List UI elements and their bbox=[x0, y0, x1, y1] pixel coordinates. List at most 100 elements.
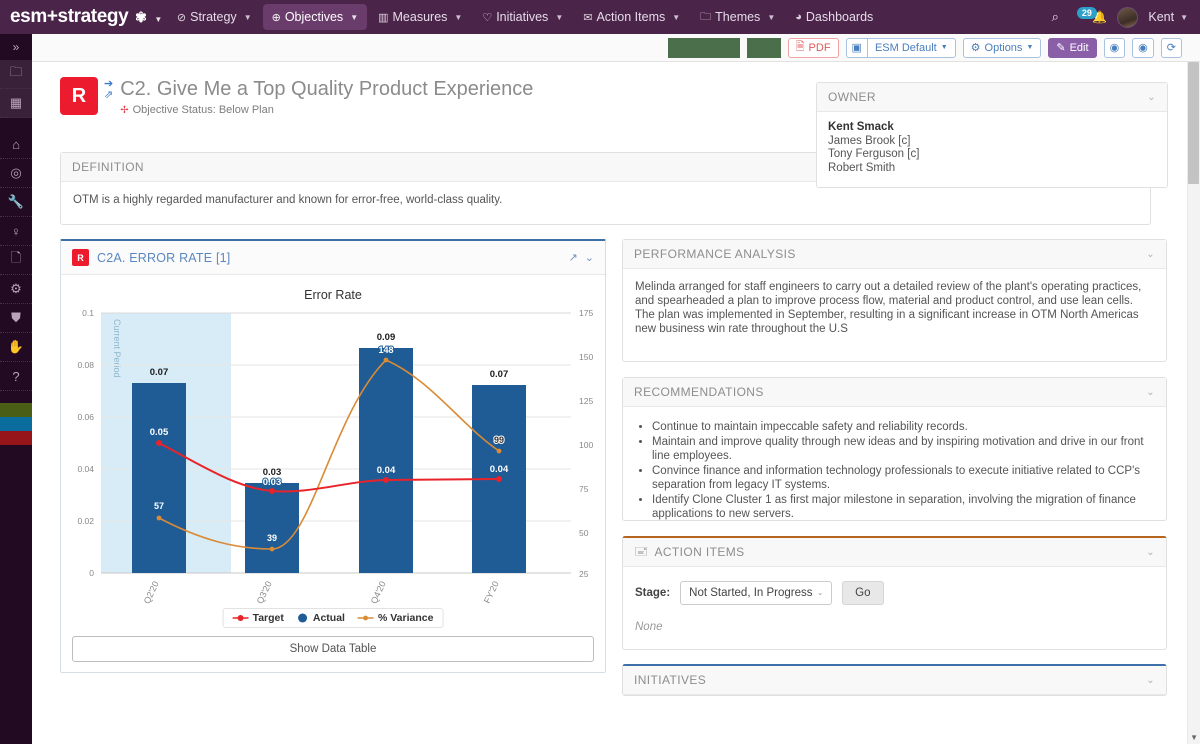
nav-item-themes[interactable]: 🗀 Themes ▼ bbox=[691, 4, 784, 30]
recommendations-panel: RECOMMENDATIONS ⌄ Continue to maintain i… bbox=[622, 377, 1167, 521]
rail-spacer bbox=[0, 118, 32, 130]
calendar-icon[interactable]: ▦ bbox=[0, 89, 32, 118]
chevron-down-icon[interactable]: ⌄ bbox=[585, 251, 594, 264]
user-menu[interactable]: Kent ▼ bbox=[1148, 10, 1188, 24]
scrollbar-thumb[interactable] bbox=[1188, 62, 1199, 184]
chevron-down-icon[interactable]: ⌄ bbox=[1146, 249, 1155, 260]
sliders-icon: ⚙ bbox=[971, 41, 981, 54]
chevron-down-icon[interactable]: ▼ bbox=[154, 15, 162, 24]
svg-text:0.06: 0.06 bbox=[77, 412, 94, 422]
refresh-button[interactable]: ⟳ bbox=[1161, 38, 1182, 58]
nav-item-strategy[interactable]: ⊘ Strategy ▼ bbox=[168, 4, 261, 30]
search-icon[interactable]: ⌕ bbox=[1052, 9, 1059, 25]
options-button[interactable]: ⚙ Options ▼ bbox=[963, 38, 1042, 58]
legend-item-variance[interactable]: % Variance bbox=[358, 612, 433, 624]
toolbar-green-block-1[interactable] bbox=[668, 38, 740, 58]
legend-marker-variance bbox=[358, 614, 374, 622]
definition-body: OTM is a highly regarded manufacturer an… bbox=[61, 182, 1150, 224]
chevron-down-icon[interactable]: ⌄ bbox=[1146, 675, 1155, 686]
flame-icon[interactable]: ✋ bbox=[0, 333, 32, 362]
definition-heading: DEFINITION bbox=[72, 160, 144, 174]
previous-button[interactable]: ◉ bbox=[1104, 38, 1126, 58]
xtick-1: Q3'20 bbox=[255, 580, 274, 605]
brand-logo[interactable]: esm+strategy ✾ ▼ bbox=[0, 6, 168, 28]
notifications-button[interactable]: 29 🔔 bbox=[1069, 10, 1107, 24]
svg-text:0.02: 0.02 bbox=[77, 516, 94, 526]
chevron-down-icon[interactable]: ⌄ bbox=[1146, 387, 1155, 398]
measure-header: R C2A. ERROR RATE [1] ↗ ⌄ bbox=[61, 241, 605, 275]
legend-item-target[interactable]: Target bbox=[233, 612, 284, 624]
svg-text:0.07: 0.07 bbox=[150, 367, 169, 378]
brand-text: esm+strategy bbox=[10, 6, 128, 27]
definition-text: OTM is a highly regarded manufacturer an… bbox=[73, 194, 502, 206]
nav-item-action-items[interactable]: ✉ Action Items ▼ bbox=[574, 4, 689, 30]
view-selector-group: ▣ ESM Default ▼ bbox=[846, 38, 956, 58]
svg-text:148: 148 bbox=[378, 345, 393, 355]
page-scrollbar[interactable]: ▼ bbox=[1187, 62, 1200, 744]
rail-expand-button[interactable]: » bbox=[0, 34, 32, 60]
pdf-button[interactable]: 🗎 PDF bbox=[788, 38, 839, 58]
chevron-down-icon[interactable]: ⌄ bbox=[1147, 92, 1156, 103]
arrow-left-circle-icon: ◉ bbox=[1110, 41, 1120, 54]
rail-color-bar-green bbox=[0, 403, 32, 417]
nav-item-initiatives[interactable]: ♡ Initiatives ▼ bbox=[473, 4, 572, 30]
chart-svg: Current Period 0.1 0.08 bbox=[61, 305, 607, 605]
owner-header[interactable]: OWNER ⌄ bbox=[817, 83, 1167, 112]
circle-slash-icon: ⊘ bbox=[177, 11, 186, 24]
options-label: Options bbox=[985, 42, 1023, 54]
legend-label-target: Target bbox=[253, 612, 284, 624]
recommendations-header[interactable]: RECOMMENDATIONS ⌄ bbox=[623, 378, 1166, 407]
chevron-down-icon[interactable]: ⌄ bbox=[1146, 547, 1155, 558]
compass-icon[interactable]: ◎ bbox=[0, 159, 32, 188]
lightbulb-icon[interactable]: ♀ bbox=[0, 217, 32, 246]
file-pdf-icon: 🗎 bbox=[796, 38, 805, 57]
notification-count-badge: 29 bbox=[1077, 7, 1097, 19]
nav-item-objectives[interactable]: ⊕ Objectives ▼ bbox=[263, 4, 368, 30]
next-button[interactable]: ◉ bbox=[1132, 38, 1154, 58]
action-items-header[interactable]: 🖃 ACTION ITEMS ⌄ bbox=[623, 538, 1166, 567]
svg-text:0: 0 bbox=[89, 568, 94, 578]
avatar[interactable] bbox=[1117, 7, 1138, 28]
stage-select[interactable]: Not Started, In Progress ⌄ bbox=[680, 581, 832, 605]
owner-panel: OWNER ⌄ Kent Smack James Brook [c] Tony … bbox=[816, 82, 1168, 188]
nav-label-measures: Measures bbox=[393, 10, 448, 24]
nav-label-initiatives: Initiatives bbox=[496, 10, 548, 24]
wrench-icon[interactable]: 🔧 bbox=[0, 188, 32, 217]
action-items-panel: 🖃 ACTION ITEMS ⌄ Stage: Not Started, In … bbox=[622, 536, 1167, 650]
action-items-heading: ACTION ITEMS bbox=[654, 545, 744, 559]
scroll-down-arrow-icon[interactable]: ▼ bbox=[1190, 733, 1198, 742]
home-icon[interactable]: ⌂ bbox=[0, 130, 32, 159]
layout-icon-button[interactable]: ▣ bbox=[846, 38, 867, 58]
nav-item-measures[interactable]: ▥ Measures ▼ bbox=[369, 4, 471, 30]
gear-icon[interactable]: ⚙ bbox=[0, 275, 32, 304]
shield-icon[interactable]: ⛊ bbox=[0, 304, 32, 333]
svg-text:39: 39 bbox=[267, 533, 277, 543]
external-link-icon[interactable]: ↗ bbox=[569, 251, 578, 264]
show-data-table-button[interactable]: Show Data Table bbox=[72, 636, 594, 662]
legend-item-actual[interactable]: Actual bbox=[297, 612, 345, 624]
inbox-icon: 🖃 bbox=[634, 542, 648, 563]
stage-selected-value: Not Started, In Progress bbox=[689, 587, 812, 599]
rail-spacer-2 bbox=[0, 391, 32, 403]
help-icon[interactable]: ? bbox=[0, 362, 32, 391]
toolbar-green-block-2[interactable] bbox=[747, 38, 781, 58]
chart-title: Error Rate bbox=[61, 275, 605, 302]
chevron-down-icon: ▼ bbox=[350, 13, 358, 22]
document-icon[interactable]: 🗋 bbox=[0, 246, 32, 275]
view-select-button[interactable]: ESM Default ▼ bbox=[867, 38, 956, 58]
nav-item-dashboards[interactable]: ◕ Dashboards bbox=[786, 4, 882, 30]
initiatives-header[interactable]: INITIATIVES ⌄ bbox=[623, 666, 1166, 695]
svg-text:100: 100 bbox=[579, 440, 593, 450]
performance-analysis-header[interactable]: PERFORMANCE ANALYSIS ⌄ bbox=[623, 240, 1166, 269]
page-title: C2. Give Me a Top Quality Product Experi… bbox=[120, 77, 533, 101]
initiatives-panel: INITIATIVES ⌄ bbox=[622, 664, 1167, 696]
folder-icon[interactable]: 🗀 bbox=[0, 60, 32, 89]
go-button[interactable]: Go bbox=[842, 581, 883, 605]
edit-button[interactable]: ✎ Edit bbox=[1048, 38, 1096, 58]
measure-title[interactable]: C2A. ERROR RATE [1] bbox=[97, 251, 230, 265]
list-item: Maintain and improve quality through new… bbox=[652, 435, 1154, 463]
nav-label-objectives: Objectives bbox=[285, 10, 343, 24]
owner-member: James Brook [c] bbox=[828, 135, 1156, 149]
bar-chart-icon: ▥ bbox=[378, 11, 388, 24]
svg-text:0.04: 0.04 bbox=[77, 464, 94, 474]
